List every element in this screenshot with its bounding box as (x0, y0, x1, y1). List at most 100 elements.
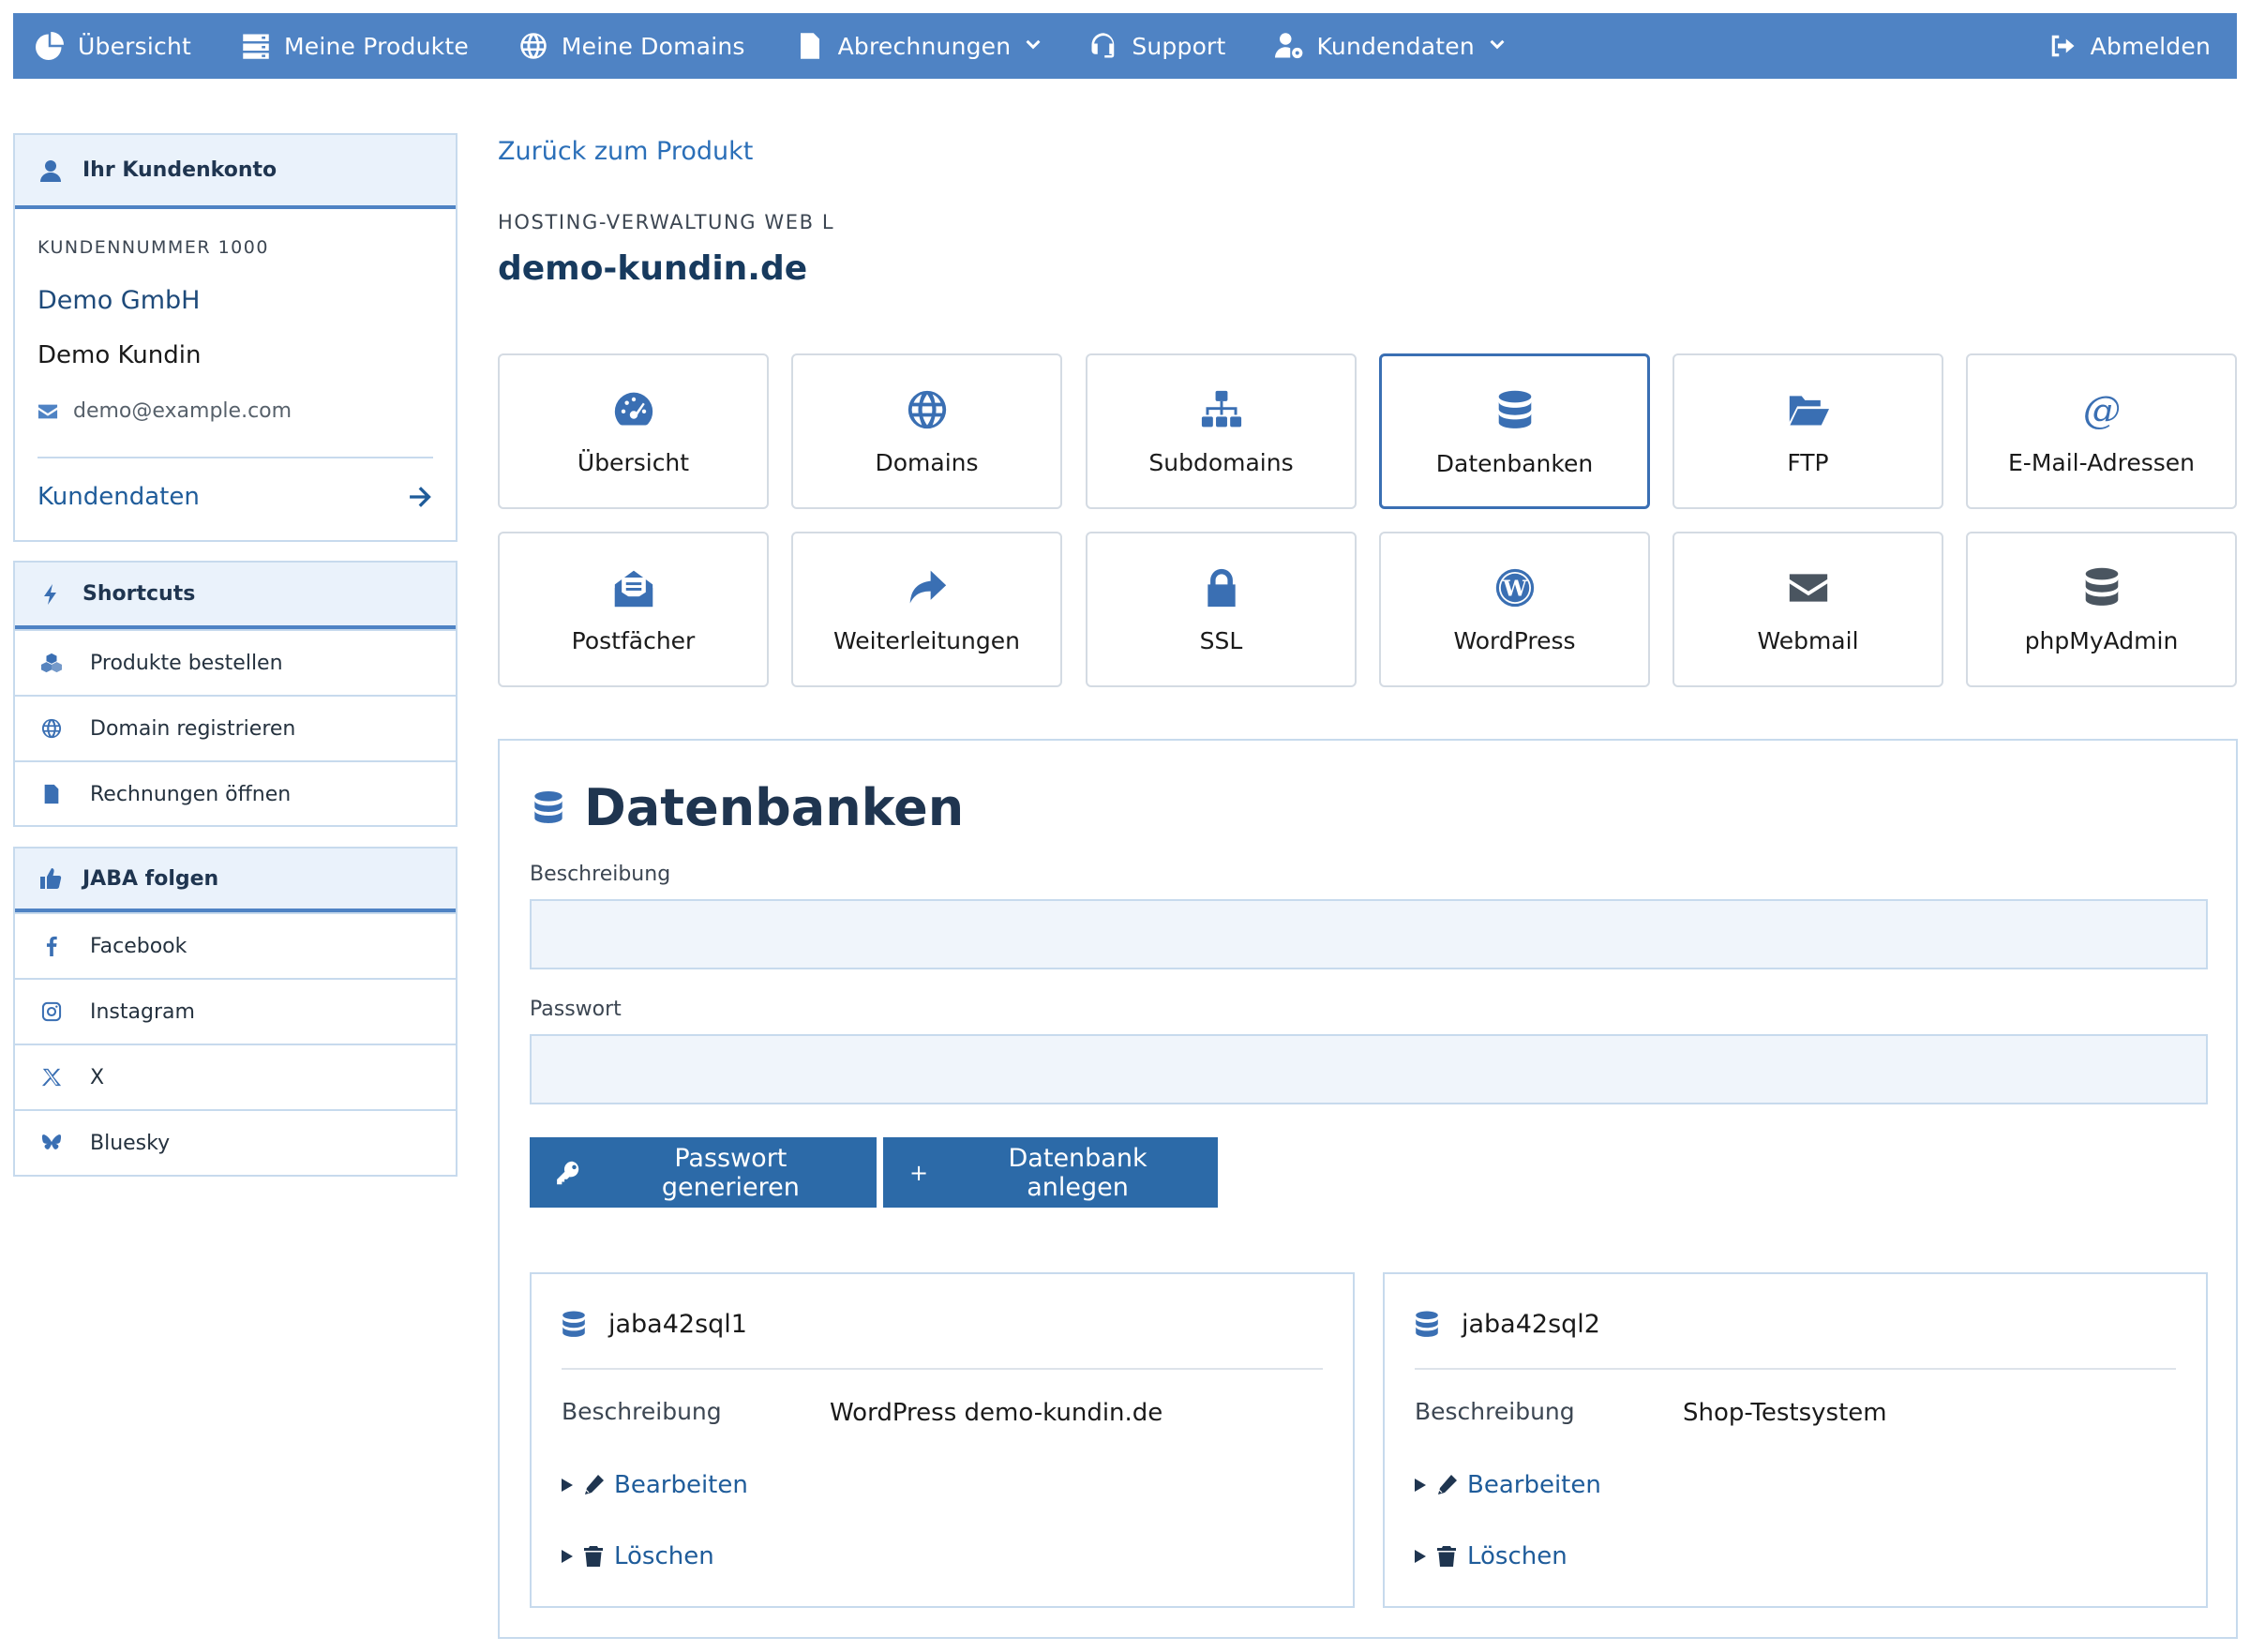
bolt-icon (44, 583, 56, 605)
database-name: jaba42sql1 (608, 1310, 747, 1339)
account-box: Ihr Kundenkonto KUNDENNUMMER 1000 Demo G… (13, 133, 458, 542)
caret-right-icon (562, 1479, 573, 1492)
gauge-icon (614, 392, 652, 426)
nav-label: Meine Produkte (284, 32, 469, 60)
product-kicker: HOSTING-VERWALTUNG WEB L (498, 211, 835, 233)
chevron-down-icon (1490, 39, 1505, 50)
tile-label: Postfächer (571, 627, 696, 654)
top-navigation: Übersicht Meine Produkte Meine Domains A… (13, 13, 2237, 79)
social-instagram[interactable]: Instagram (15, 978, 456, 1044)
chart-pie-icon (36, 32, 64, 60)
tile-uebersicht[interactable]: Übersicht (498, 353, 769, 509)
database-desc-value: Shop-Testsystem (1683, 1399, 1887, 1427)
panel-title: Datenbanken (533, 778, 964, 837)
database-icon (1415, 1311, 1439, 1339)
delete-database-toggle[interactable]: Löschen (562, 1542, 714, 1570)
email-text: demo@example.com (73, 399, 292, 423)
wordpress-icon: W (1495, 568, 1534, 608)
nav-meine-produkte[interactable]: Meine Produkte (242, 13, 469, 79)
social-x[interactable]: X (15, 1044, 456, 1109)
user-icon (40, 159, 61, 182)
tile-ftp[interactable]: FTP (1672, 353, 1943, 509)
shortcuts-box: Shortcuts Produkte bestellen Domain regi… (13, 561, 458, 827)
nav-uebersicht[interactable]: Übersicht (36, 13, 191, 79)
database-icon (1497, 390, 1533, 431)
tile-label: FTP (1787, 449, 1829, 476)
delete-label: Löschen (614, 1542, 714, 1570)
tile-webmail[interactable]: Webmail (1672, 532, 1943, 687)
share-arrow-icon (909, 570, 946, 604)
divider (562, 1368, 1323, 1370)
social-label: Facebook (90, 934, 188, 958)
tile-ssl[interactable]: SSL (1086, 532, 1357, 687)
shortcut-produkte-bestellen[interactable]: Produkte bestellen (15, 629, 456, 695)
database-icon (2084, 567, 2120, 608)
social-label: X (90, 1065, 105, 1089)
nav-meine-domains[interactable]: Meine Domains (519, 13, 745, 79)
description-label: Beschreibung (530, 863, 671, 886)
caret-right-icon (1415, 1550, 1426, 1563)
delete-label: Löschen (1467, 1542, 1568, 1570)
shortcut-domain-registrieren[interactable]: Domain registrieren (15, 695, 456, 760)
nav-label: Kundendaten (1316, 32, 1475, 60)
description-input[interactable] (530, 899, 2208, 969)
envelope-open-icon (614, 570, 652, 608)
chevron-down-icon (1026, 39, 1041, 50)
nav-abrechnungen[interactable]: Abrechnungen (796, 13, 1043, 79)
nav-kundendaten[interactable]: Kundendaten (1274, 13, 1507, 79)
tile-datenbanken[interactable]: Datenbanken (1379, 353, 1650, 509)
nav-label: Meine Domains (561, 32, 745, 60)
tile-subdomains[interactable]: Subdomains (1086, 353, 1357, 509)
kundendaten-link[interactable]: Kundendaten (38, 458, 433, 539)
instagram-icon (41, 1001, 62, 1022)
shortcut-rechnungen-oeffnen[interactable]: Rechnungen öffnen (15, 760, 456, 826)
social-label: Bluesky (90, 1131, 171, 1155)
generate-password-button[interactable]: Passwort generieren (530, 1137, 877, 1208)
sign-out-icon (2051, 35, 2075, 57)
create-database-label: Datenbank anlegen (1008, 1143, 1148, 1202)
create-database-button[interactable]: + Datenbank anlegen (883, 1137, 1218, 1208)
nav-label: Abrechnungen (837, 32, 1012, 60)
tile-email-adressen[interactable]: @ E-Mail-Adressen (1966, 353, 2237, 509)
customer-number: KUNDENNUMMER 1000 (38, 237, 269, 258)
shortcuts-heading-label: Shortcuts (82, 582, 196, 606)
database-card: jaba42sql2 Beschreibung Shop-Testsystem … (1383, 1272, 2208, 1608)
tile-phpmyadmin[interactable]: phpMyAdmin (1966, 532, 2237, 687)
envelope-icon (38, 404, 58, 418)
user-cog-icon (1274, 33, 1302, 59)
shortcuts-heading: Shortcuts (15, 563, 456, 629)
database-desc-value: WordPress demo-kundin.de (830, 1399, 1163, 1427)
tile-wordpress[interactable]: W WordPress (1379, 532, 1650, 687)
caret-right-icon (1415, 1479, 1426, 1492)
edit-label: Bearbeiten (1467, 1471, 1601, 1499)
tile-label: Weiterleitungen (833, 627, 1020, 654)
database-card-header: jaba42sql2 (1415, 1310, 1600, 1339)
password-input[interactable] (530, 1034, 2208, 1104)
page-title: demo-kundin.de (498, 249, 808, 288)
database-desc-label: Beschreibung (1415, 1398, 1575, 1425)
customer-name: Demo Kundin (38, 341, 202, 369)
logout-button[interactable]: Abmelden (2048, 13, 2211, 79)
sitemap-icon (1201, 390, 1241, 428)
x-logo-icon (41, 1068, 62, 1087)
nav-label: Übersicht (78, 32, 191, 60)
nav-support[interactable]: Support (1089, 13, 1225, 79)
globe-icon (519, 32, 548, 60)
database-card: jaba42sql1 Beschreibung WordPress demo-k… (530, 1272, 1355, 1608)
tile-weiterleitungen[interactable]: Weiterleitungen (791, 532, 1062, 687)
server-icon (243, 34, 269, 59)
company-name: Demo GmbH (38, 286, 201, 315)
edit-database-toggle[interactable]: Bearbeiten (1415, 1471, 1601, 1499)
tile-postfaecher[interactable]: Postfächer (498, 532, 769, 687)
arrow-right-icon (410, 487, 431, 507)
database-desc-label: Beschreibung (562, 1398, 722, 1425)
tile-domains[interactable]: Domains (791, 353, 1062, 509)
back-to-product-link[interactable]: Zurück zum Produkt (498, 137, 753, 166)
social-bluesky[interactable]: Bluesky (15, 1109, 456, 1175)
headset-icon (1091, 33, 1115, 58)
delete-database-toggle[interactable]: Löschen (1415, 1542, 1568, 1570)
kundendaten-link-label: Kundendaten (38, 483, 200, 511)
tile-label: WordPress (1453, 627, 1576, 654)
social-facebook[interactable]: Facebook (15, 912, 456, 978)
edit-database-toggle[interactable]: Bearbeiten (562, 1471, 748, 1499)
